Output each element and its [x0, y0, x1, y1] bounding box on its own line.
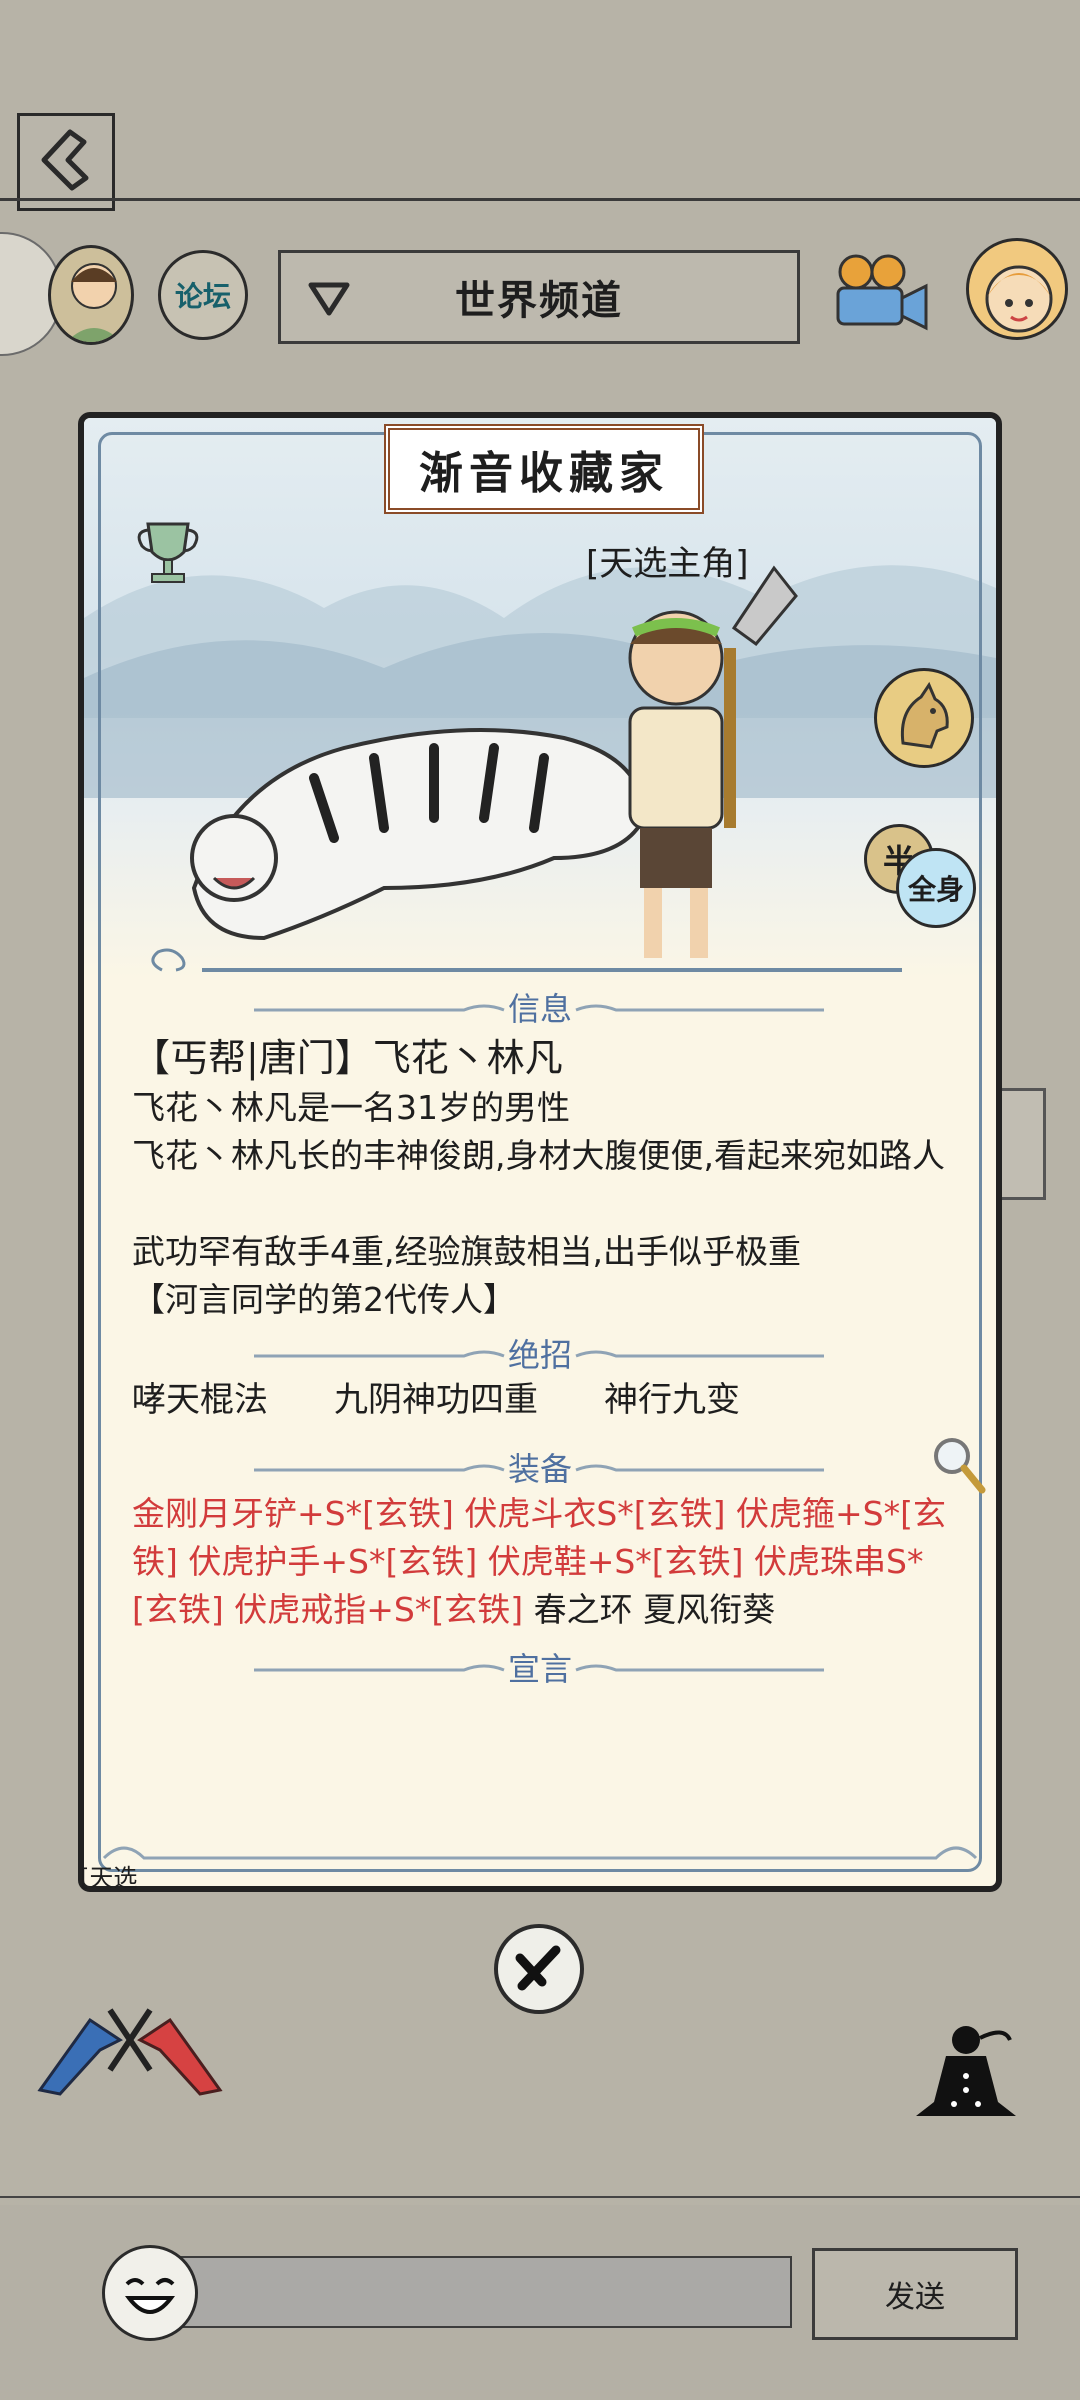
section-ornaments [102, 1004, 978, 1860]
close-icon [515, 1945, 561, 1991]
chat-input[interactable] [178, 2256, 792, 2328]
player-avatar-icon [66, 263, 122, 342]
forum-button[interactable]: 论坛 [158, 250, 248, 340]
companion-avatar[interactable] [966, 238, 1068, 340]
back-button[interactable] [17, 113, 115, 211]
send-button[interactable]: 发送 [812, 2248, 1018, 2340]
meditate-button[interactable] [906, 2016, 1026, 2136]
laughing-face-icon [124, 2278, 176, 2314]
close-dialog-button[interactable] [494, 1924, 584, 2014]
background-role-tag: [天选 [80, 1864, 138, 1892]
girl-avatar-icon [985, 265, 1053, 333]
character-profile-dialog: 渐音收藏家 [天选主角] 半 全身 信息 【丐帮|唐门】飞花丶林凡 飞花丶林凡是… [78, 412, 1002, 1892]
emoji-button[interactable] [102, 2245, 198, 2341]
video-camera-icon [836, 254, 928, 331]
duel-button[interactable] [30, 1990, 230, 2100]
meditating-figure-icon [916, 2026, 1016, 2116]
bottom-divider [0, 2196, 1080, 2198]
channel-name: 世界频道 [455, 278, 623, 324]
player-avatar[interactable] [48, 245, 134, 345]
channel-select[interactable]: 世界频道 [278, 250, 800, 344]
duel-icon [37, 2008, 223, 2096]
video-camera-button[interactable] [826, 248, 936, 338]
back-arrow-icon [41, 129, 89, 191]
top-divider [0, 198, 1080, 201]
side-panel-tab[interactable] [1002, 1088, 1046, 1200]
